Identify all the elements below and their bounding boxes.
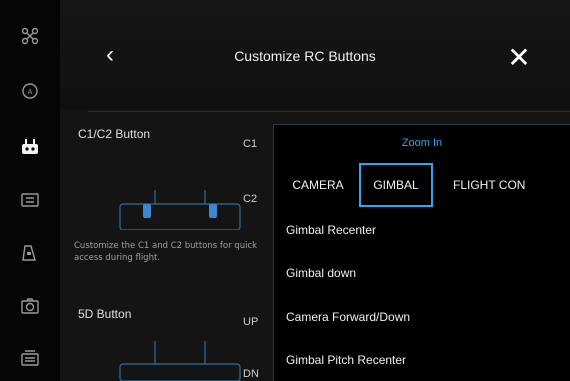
screen-icon[interactable] — [18, 188, 42, 212]
rc-5d-illustration — [119, 341, 241, 381]
c1c2-description: Customize the C1 and C2 buttons for quic… — [74, 241, 258, 263]
tab-flight-control[interactable]: FLIGHT CON — [439, 163, 569, 207]
tab-gimbal[interactable]: GIMBAL — [359, 163, 433, 207]
svg-text:A: A — [28, 89, 33, 96]
tab-camera[interactable]: CAMERA — [282, 163, 354, 207]
selected-action-label: Zoom In — [401, 137, 443, 149]
up-label[interactable]: UP — [243, 316, 258, 328]
storage-icon[interactable] — [18, 346, 42, 370]
close-button[interactable]: ✕ — [504, 40, 534, 74]
rc-controller-icon[interactable] — [18, 135, 42, 159]
list-item-gimbal-pitch-recenter[interactable]: Gimbal Pitch Recenter — [286, 340, 406, 380]
c1-label[interactable]: C1 — [243, 138, 257, 150]
drone-icon[interactable] — [18, 24, 42, 48]
page-title: Customize RC Buttons — [234, 48, 376, 64]
c1c2-section-title: C1/C2 Button — [78, 127, 151, 141]
list-item-gimbal-recenter[interactable]: Gimbal Recenter — [286, 210, 376, 250]
camera-capture-icon[interactable]: A — [18, 79, 42, 103]
5d-section-title: 5D Button — [78, 307, 132, 321]
divider — [88, 111, 570, 112]
header: ‹ Customize RC Buttons ✕ — [60, 0, 570, 110]
action-dropdown-panel: Zoom In CAMERA GIMBAL FLIGHT CON Gimbal … — [273, 124, 570, 381]
sidebar: A — [0, 0, 60, 381]
camera-icon[interactable] — [18, 294, 42, 318]
rc-controller-illustration — [119, 190, 241, 230]
category-tabs: CAMERA GIMBAL FLIGHT CON — [274, 163, 570, 207]
vehicle-icon[interactable] — [18, 241, 42, 265]
back-button[interactable]: ‹ — [98, 40, 122, 70]
list-item-gimbal-down[interactable]: Gimbal down — [286, 253, 356, 293]
list-item-camera-forward-down[interactable]: Camera Forward/Down — [286, 297, 410, 337]
